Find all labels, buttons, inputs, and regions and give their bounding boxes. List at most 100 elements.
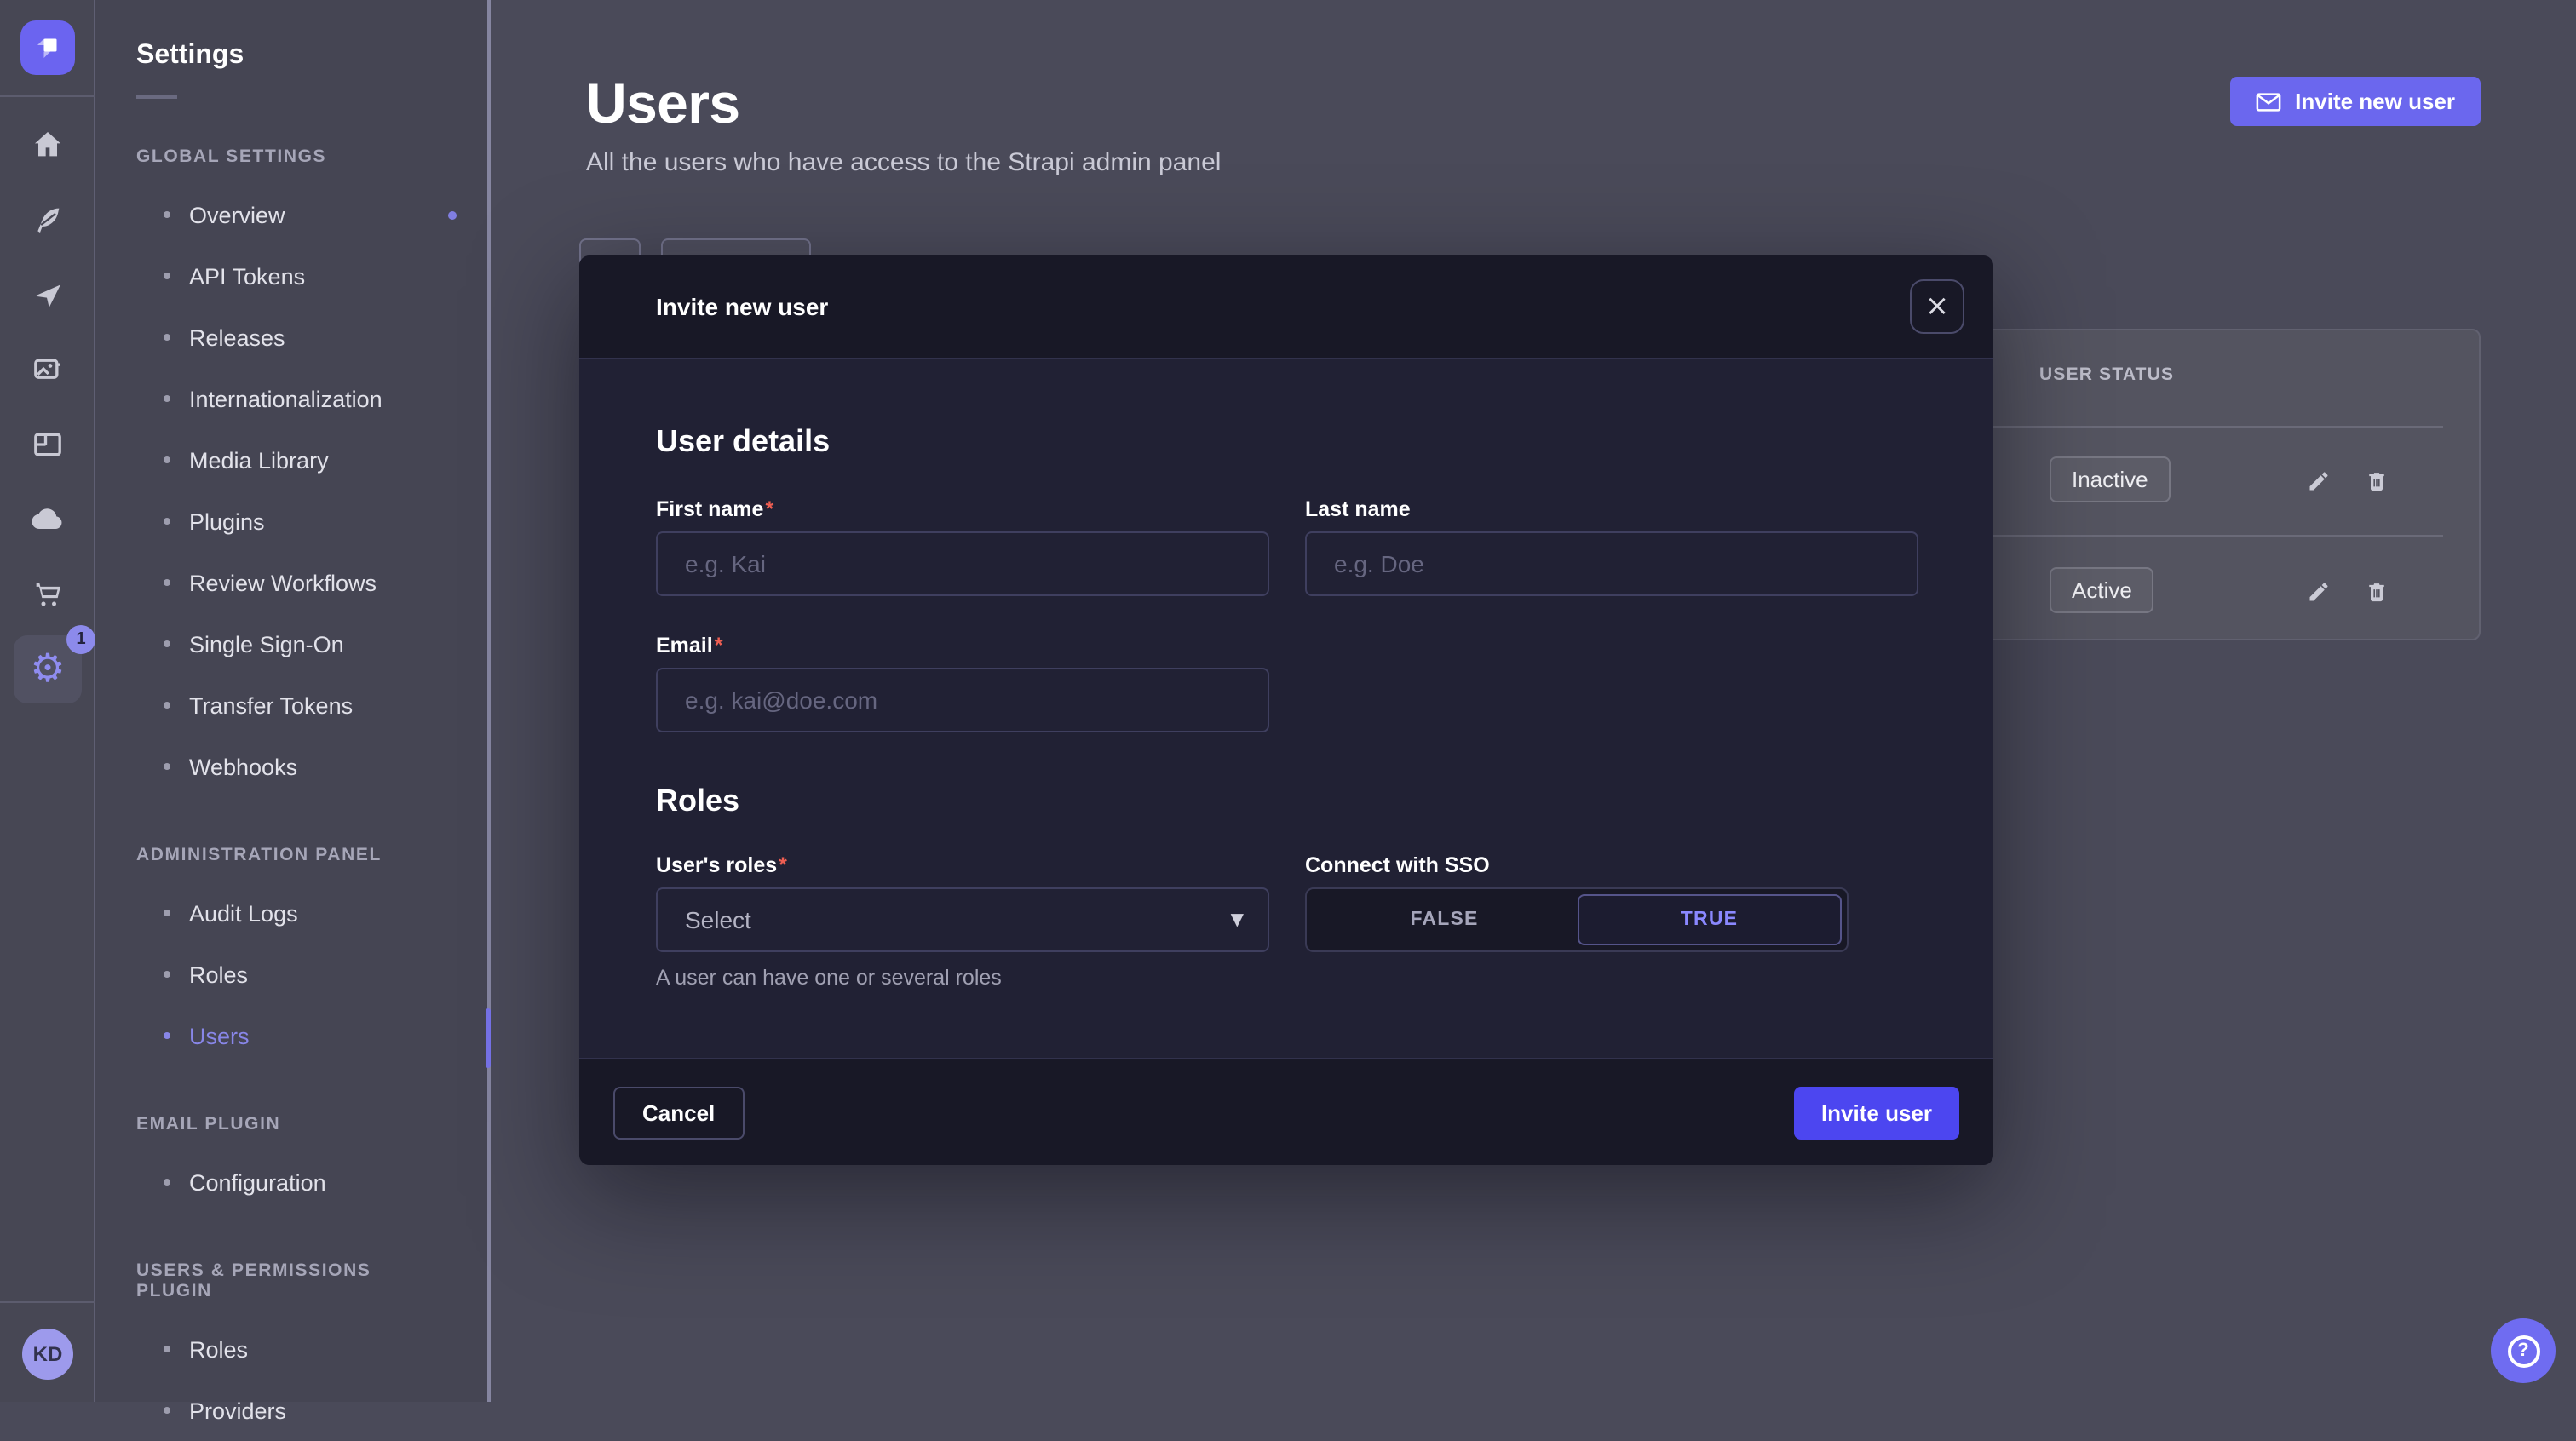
- select-placeholder: Select: [685, 906, 751, 933]
- cart-icon[interactable]: [0, 557, 95, 632]
- sidebar-item-api-tokens[interactable]: API Tokens: [95, 245, 487, 307]
- home-glyph: [31, 128, 65, 162]
- column-header-user-status: USER STATUS: [2039, 365, 2174, 385]
- sidebar-item-transfer-tokens[interactable]: Transfer Tokens: [95, 675, 487, 736]
- bullet-icon: [164, 456, 170, 463]
- sidebar-item-users[interactable]: Users: [95, 1005, 487, 1066]
- email-label: Email*: [656, 634, 1269, 657]
- sidebar-item-roles-admin[interactable]: Roles: [95, 944, 487, 1005]
- users-roles-field: User's roles* Select ▼ A user can have o…: [656, 853, 1269, 990]
- pencil-icon: [2307, 468, 2331, 493]
- modal-header: Invite new user ×: [579, 255, 1993, 359]
- close-icon: ×: [1925, 292, 1950, 321]
- sidebar-item-internationalization[interactable]: Internationalization: [95, 368, 487, 429]
- bullet-icon: [164, 640, 170, 647]
- layout-icon[interactable]: [0, 407, 95, 482]
- sidebar-item-releases[interactable]: Releases: [95, 307, 487, 368]
- first-name-label: First name*: [656, 497, 1269, 521]
- feather-glyph: [31, 203, 65, 237]
- sso-option-true[interactable]: TRUE: [1577, 894, 1842, 945]
- rail-divider-bottom: [0, 1301, 95, 1303]
- media-icon[interactable]: [0, 332, 95, 407]
- close-button[interactable]: ×: [1910, 279, 1964, 334]
- gear-glyph: ⚙: [30, 650, 65, 689]
- email-input[interactable]: [656, 668, 1269, 732]
- feather-icon[interactable]: [0, 182, 95, 257]
- page-header: Users All the users who have access to t…: [586, 72, 1221, 177]
- sidebar-item-providers[interactable]: Providers: [95, 1380, 487, 1441]
- modal-title: Invite new user: [656, 293, 828, 320]
- bullet-icon: [164, 395, 170, 402]
- help-button[interactable]: ?: [2491, 1318, 2556, 1383]
- question-mark-icon: ?: [2507, 1335, 2539, 1367]
- bullet-icon: [164, 763, 170, 770]
- invite-new-user-button[interactable]: Invite new user: [2230, 77, 2481, 126]
- sidebar-item-review-workflows[interactable]: Review Workflows: [95, 552, 487, 613]
- required-marker: *: [779, 853, 787, 877]
- nav-list-global: Overview API Tokens Releases Internation…: [95, 184, 487, 797]
- avatar[interactable]: KD: [22, 1329, 73, 1380]
- section-label-email-plugin: EMAIL PLUGIN: [136, 1114, 446, 1134]
- status-badge: Active: [2050, 567, 2154, 613]
- section-label-users-permissions: USERS & PERMISSIONS PLUGIN: [136, 1260, 446, 1301]
- bullet-icon: [164, 702, 170, 709]
- layout-glyph: [31, 428, 65, 462]
- cart-glyph: [31, 577, 65, 611]
- home-icon[interactable]: [0, 107, 95, 182]
- roles-grid: User's roles* Select ▼ A user can have o…: [656, 853, 1918, 990]
- nav-list-users-permissions: Roles Providers: [95, 1318, 487, 1441]
- delete-button[interactable]: [2355, 569, 2399, 613]
- required-marker: *: [715, 634, 723, 657]
- last-name-field: Last name: [1305, 497, 1918, 596]
- sidebar-item-webhooks[interactable]: Webhooks: [95, 736, 487, 797]
- sidebar-item-media-library[interactable]: Media Library: [95, 429, 487, 491]
- strapi-logo[interactable]: [20, 20, 75, 75]
- section-title-roles: Roles: [656, 784, 1918, 819]
- cloud-icon[interactable]: [0, 482, 95, 557]
- paper-plane-icon[interactable]: [0, 257, 95, 332]
- app-root: ⚙ 1 KD Settings GLOBAL SETTINGS Overview…: [0, 0, 2576, 1402]
- bullet-icon: [164, 1407, 170, 1414]
- edit-button[interactable]: [2297, 458, 2341, 502]
- sidebar-item-configuration[interactable]: Configuration: [95, 1151, 487, 1213]
- first-name-field: First name*: [656, 497, 1269, 596]
- section-title-user-details: User details: [656, 424, 1918, 460]
- pencil-icon: [2307, 578, 2331, 604]
- sidebar-item-single-sign-on[interactable]: Single Sign-On: [95, 613, 487, 675]
- nav-list-admin: Audit Logs Roles Users: [95, 882, 487, 1066]
- delete-button[interactable]: [2355, 458, 2399, 502]
- edit-button[interactable]: [2297, 569, 2341, 613]
- users-roles-select[interactable]: Select ▼: [656, 887, 1269, 952]
- sidebar-item-overview[interactable]: Overview: [95, 184, 487, 245]
- page-subtitle: All the users who have access to the Str…: [586, 148, 1221, 177]
- nav-scrollbar-thumb[interactable]: [486, 1008, 491, 1068]
- panel-title-rule: [136, 95, 177, 99]
- bullet-icon: [164, 1346, 170, 1352]
- bullet-icon: [164, 273, 170, 279]
- modal-body: User details First name* Last name Email…: [579, 359, 1993, 990]
- invite-user-modal: Invite new user × User details First nam…: [579, 255, 1993, 1165]
- first-name-input[interactable]: [656, 531, 1269, 596]
- cancel-button[interactable]: Cancel: [613, 1086, 744, 1139]
- sidebar-item-audit-logs[interactable]: Audit Logs: [95, 882, 487, 944]
- sso-option-false[interactable]: FALSE: [1312, 894, 1577, 945]
- overview-notification-dot: [448, 210, 457, 219]
- settings-panel: Settings GLOBAL SETTINGS Overview API To…: [95, 0, 491, 1402]
- gear-active-bg: ⚙ 1: [14, 635, 82, 703]
- sidebar-item-roles-up[interactable]: Roles: [95, 1318, 487, 1380]
- required-marker: *: [765, 497, 773, 521]
- cloud-glyph: [29, 501, 66, 538]
- rail-divider-top: [0, 95, 95, 97]
- users-roles-label: User's roles*: [656, 853, 1269, 877]
- nav-list-email: Configuration: [95, 1151, 487, 1213]
- strapi-logo-glyph: [32, 32, 63, 63]
- rail-nav: ⚙ 1: [0, 107, 95, 707]
- section-label-admin-panel: ADMINISTRATION PANEL: [136, 845, 446, 865]
- chevron-down-icon: ▼: [1231, 910, 1244, 929]
- users-roles-hint: A user can have one or several roles: [656, 966, 1269, 990]
- last-name-input[interactable]: [1305, 531, 1918, 596]
- gear-icon[interactable]: ⚙ 1: [0, 632, 95, 707]
- trash-icon: [2365, 578, 2389, 604]
- invite-user-submit-button[interactable]: Invite user: [1794, 1086, 1959, 1139]
- sidebar-item-plugins[interactable]: Plugins: [95, 491, 487, 552]
